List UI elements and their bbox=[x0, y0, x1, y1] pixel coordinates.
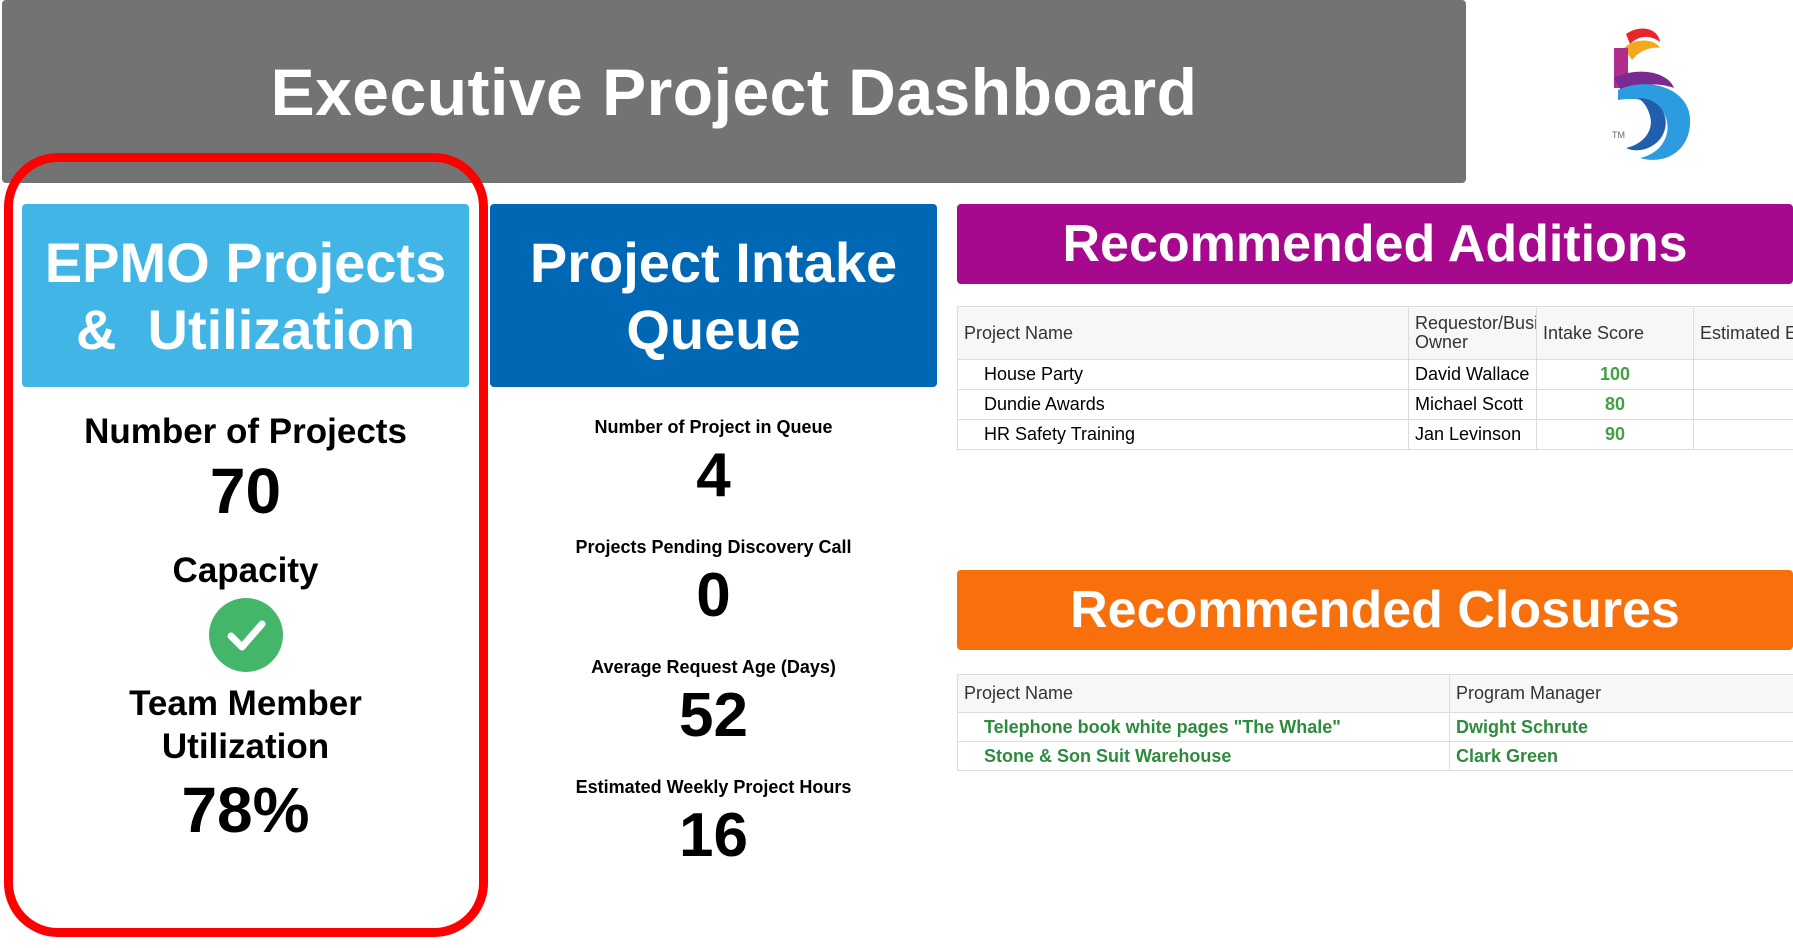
weekly-hours-label: Estimated Weekly Project Hours bbox=[575, 777, 852, 797]
utilization-label-line1: Team Member bbox=[129, 684, 362, 723]
recommended-closures-title: Recommended Closures bbox=[1070, 581, 1680, 639]
col-program-manager[interactable]: Program Manager bbox=[1449, 674, 1793, 713]
utilization-label-line2: Utilization bbox=[161, 727, 330, 766]
project-name-link[interactable]: Telephone book white pages "The Whale" bbox=[957, 712, 1450, 742]
closures-table: Project Name Program Manager Telephone b… bbox=[957, 674, 1793, 771]
intake-metrics: Number of Project in Queue 4 Projects Pe… bbox=[490, 414, 937, 894]
col-requestor-line1: Requestor/Busi bbox=[1415, 313, 1537, 333]
green-check-icon bbox=[208, 598, 283, 672]
intake-title-line1: Project Intake bbox=[529, 230, 898, 294]
utilization-value: 78% bbox=[181, 774, 310, 846]
owner-cell: Michael Scott bbox=[1408, 389, 1537, 420]
project-name-cell: House Party bbox=[957, 359, 1409, 390]
col-project-name[interactable]: Project Name bbox=[957, 306, 1409, 360]
estimated-cell bbox=[1693, 419, 1793, 450]
program-manager-link[interactable]: Clark Green bbox=[1449, 741, 1793, 771]
intake-title-line2: Queue bbox=[626, 297, 801, 361]
recommended-closures-header: Recommended Closures bbox=[957, 570, 1793, 650]
intake-score-cell: 100 bbox=[1536, 359, 1694, 390]
col-requestor-owner[interactable]: Requestor/Busi Owner bbox=[1408, 306, 1537, 360]
number-of-projects-label: Number of Projects bbox=[84, 412, 407, 451]
table-row[interactable]: Stone & Son Suit Warehouse Clark Green bbox=[957, 741, 1793, 771]
epmo-title-line1: EPMO Projects bbox=[44, 230, 447, 294]
svg-text:TM: TM bbox=[1612, 130, 1625, 140]
col-requestor-line2: Owner bbox=[1415, 332, 1469, 352]
col-project-name[interactable]: Project Name bbox=[957, 674, 1450, 713]
recommended-additions-header: Recommended Additions bbox=[957, 204, 1793, 284]
estimated-cell bbox=[1693, 389, 1793, 420]
epmo-projects-header: EPMO Projects & Utilization bbox=[22, 204, 469, 387]
intake-score-cell: 80 bbox=[1536, 389, 1694, 420]
dashboard-title: Executive Project Dashboard bbox=[270, 54, 1198, 129]
project-name-cell: Dundie Awards bbox=[957, 389, 1409, 420]
owner-cell: Jan Levinson bbox=[1408, 419, 1537, 450]
table-row[interactable]: House Party David Wallace 100 bbox=[957, 359, 1793, 390]
pending-discovery-value: 0 bbox=[696, 561, 731, 630]
project-name-cell: HR Safety Training bbox=[957, 419, 1409, 450]
intake-score-cell: 90 bbox=[1536, 419, 1694, 450]
additions-table: Project Name Requestor/Busi Owner Intake… bbox=[957, 306, 1793, 450]
recommended-additions-title: Recommended Additions bbox=[1062, 215, 1688, 273]
table-header-row: Project Name Requestor/Busi Owner Intake… bbox=[957, 306, 1793, 360]
number-of-projects-value: 70 bbox=[209, 455, 282, 527]
table-row[interactable]: Dundie Awards Michael Scott 80 bbox=[957, 389, 1793, 420]
table-row[interactable]: Telephone book white pages "The Whale" D… bbox=[957, 712, 1793, 742]
col-estimated[interactable]: Estimated E bbox=[1693, 306, 1793, 360]
project-name-link[interactable]: Stone & Son Suit Warehouse bbox=[957, 741, 1450, 771]
project-intake-header: Project Intake Queue bbox=[490, 204, 937, 387]
table-row[interactable]: HR Safety Training Jan Levinson 90 bbox=[957, 419, 1793, 450]
owner-cell: David Wallace bbox=[1408, 359, 1537, 390]
queue-count-value: 4 bbox=[696, 441, 731, 510]
company-logo: TM bbox=[1612, 28, 1691, 160]
request-age-value: 52 bbox=[679, 681, 748, 750]
estimated-cell bbox=[1693, 359, 1793, 390]
queue-count-label: Number of Project in Queue bbox=[594, 417, 833, 437]
table-header-row: Project Name Program Manager bbox=[957, 674, 1793, 713]
epmo-title-line2: & Utilization bbox=[75, 297, 416, 361]
epmo-metrics: Number of Projects 70 Capacity Team Memb… bbox=[22, 410, 469, 848]
pending-discovery-label: Projects Pending Discovery Call bbox=[575, 537, 852, 557]
request-age-label: Average Request Age (Days) bbox=[591, 657, 836, 677]
program-manager-link[interactable]: Dwight Schrute bbox=[1449, 712, 1793, 742]
capacity-label: Capacity bbox=[172, 551, 319, 590]
col-intake-score[interactable]: Intake Score bbox=[1536, 306, 1694, 360]
weekly-hours-value: 16 bbox=[679, 801, 748, 870]
